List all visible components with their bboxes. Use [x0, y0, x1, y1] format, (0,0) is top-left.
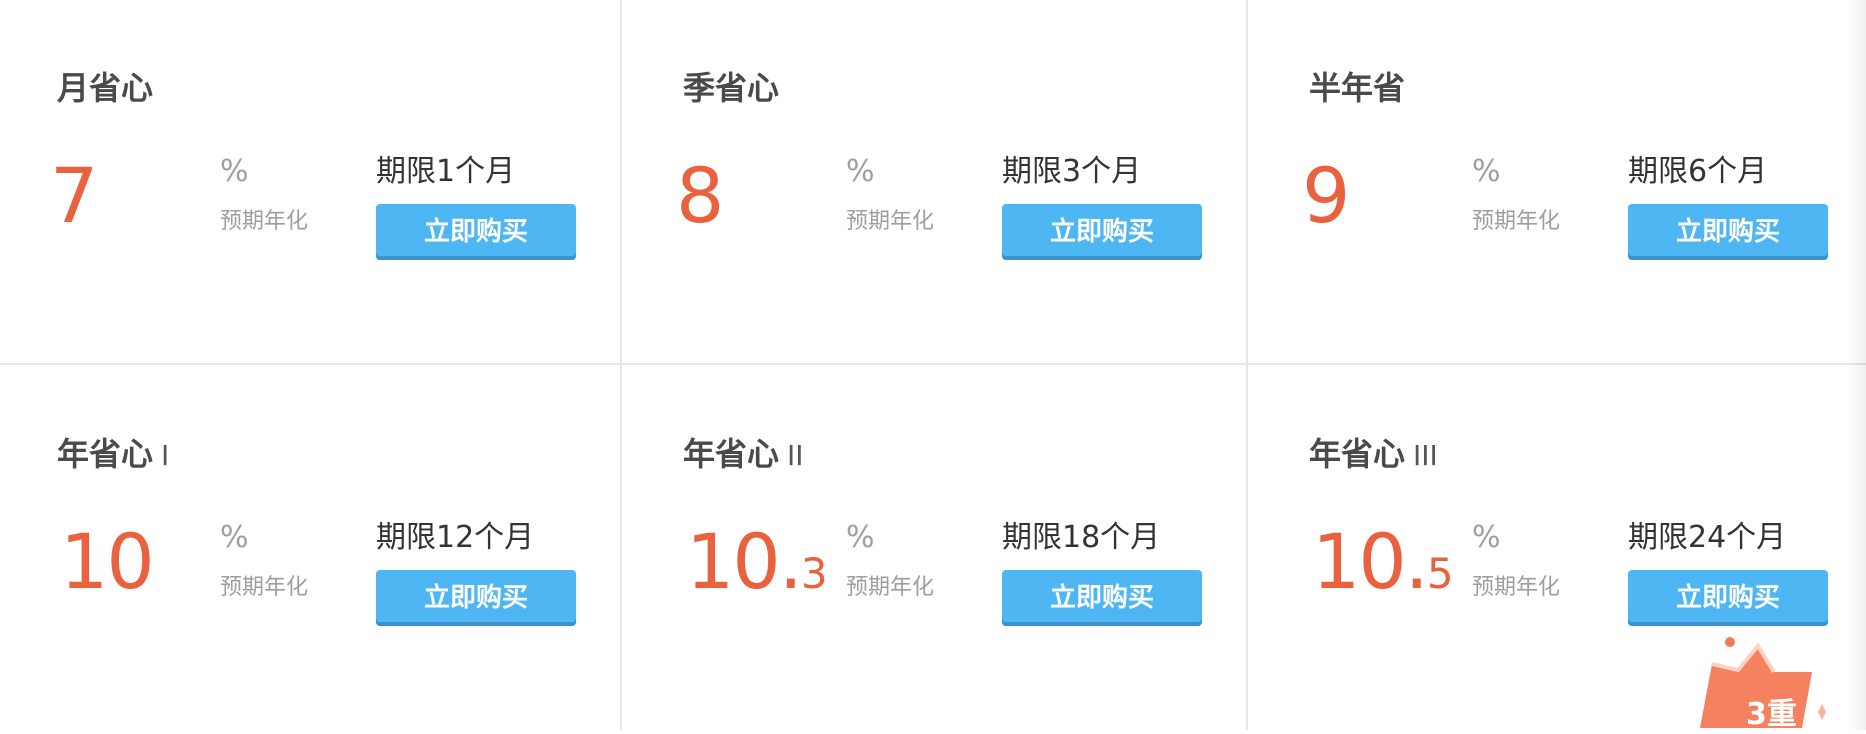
expected-rate: 10.5	[1312, 517, 1454, 606]
product-tier: III	[1413, 439, 1438, 472]
buy-now-button[interactable]: 立即购买	[1628, 570, 1828, 626]
annualized-label: 预期年化	[1472, 575, 1561, 600]
term-label: 期限12个月	[376, 520, 535, 555]
product-title: 月省心	[57, 69, 154, 107]
percent-sign: %	[846, 154, 875, 189]
product-card-year-i: 年省心 I 10 % 预期年化 期限12个月 立即购买	[0, 366, 626, 732]
expected-rate: 8	[676, 151, 724, 240]
buy-now-button[interactable]: 立即购买	[1628, 204, 1828, 260]
expected-rate: 10.3	[686, 517, 828, 606]
percent-sign: %	[1472, 520, 1501, 555]
buy-now-button[interactable]: 立即购买	[376, 570, 576, 626]
product-grid: 月省心 7 % 预期年化 期限1个月 立即购买 季省心 8 % 预期年化 期限3…	[0, 0, 1866, 732]
annualized-label: 预期年化	[1472, 209, 1561, 234]
annualized-label: 预期年化	[220, 575, 309, 600]
percent-sign: %	[220, 154, 249, 189]
product-card-monthly: 月省心 7 % 预期年化 期限1个月 立即购买	[0, 0, 626, 366]
product-tier: II	[787, 439, 804, 472]
annualized-label: 预期年化	[846, 575, 935, 600]
percent-sign: %	[1472, 154, 1501, 189]
term-label: 期限1个月	[376, 154, 516, 189]
buy-now-button[interactable]: 立即购买	[1002, 204, 1202, 260]
star-badge-icon: 3重	[1700, 637, 1826, 732]
product-tier: I	[161, 439, 170, 472]
term-label: 期限24个月	[1628, 520, 1787, 555]
expected-rate: 10	[60, 517, 155, 606]
term-label: 期限6个月	[1628, 154, 1768, 189]
product-title: 半年省	[1309, 69, 1406, 107]
percent-sign: %	[220, 520, 249, 555]
product-title: 年省心 II	[683, 435, 804, 473]
expected-rate: 7	[50, 151, 98, 240]
term-label: 期限3个月	[1002, 154, 1142, 189]
product-title: 季省心	[683, 69, 780, 107]
product-card-half-year: 半年省 9 % 预期年化 期限6个月 立即购买	[1252, 0, 1866, 366]
expected-rate: 9	[1302, 151, 1350, 240]
product-title: 年省心 III	[1309, 435, 1438, 473]
buy-now-button[interactable]: 立即购买	[376, 204, 576, 260]
product-title: 年省心 I	[57, 435, 170, 473]
percent-sign: %	[846, 520, 875, 555]
product-card-year-ii: 年省心 II 10.3 % 预期年化 期限18个月 立即购买	[626, 366, 1252, 732]
annualized-label: 预期年化	[846, 209, 935, 234]
product-card-quarterly: 季省心 8 % 预期年化 期限3个月 立即购买	[626, 0, 1252, 366]
annualized-label: 预期年化	[220, 209, 309, 234]
promo-badge[interactable]: 3重	[1692, 632, 1832, 732]
buy-now-button[interactable]: 立即购买	[1002, 570, 1202, 626]
term-label: 期限18个月	[1002, 520, 1161, 555]
badge-text: 3重	[1746, 697, 1797, 730]
